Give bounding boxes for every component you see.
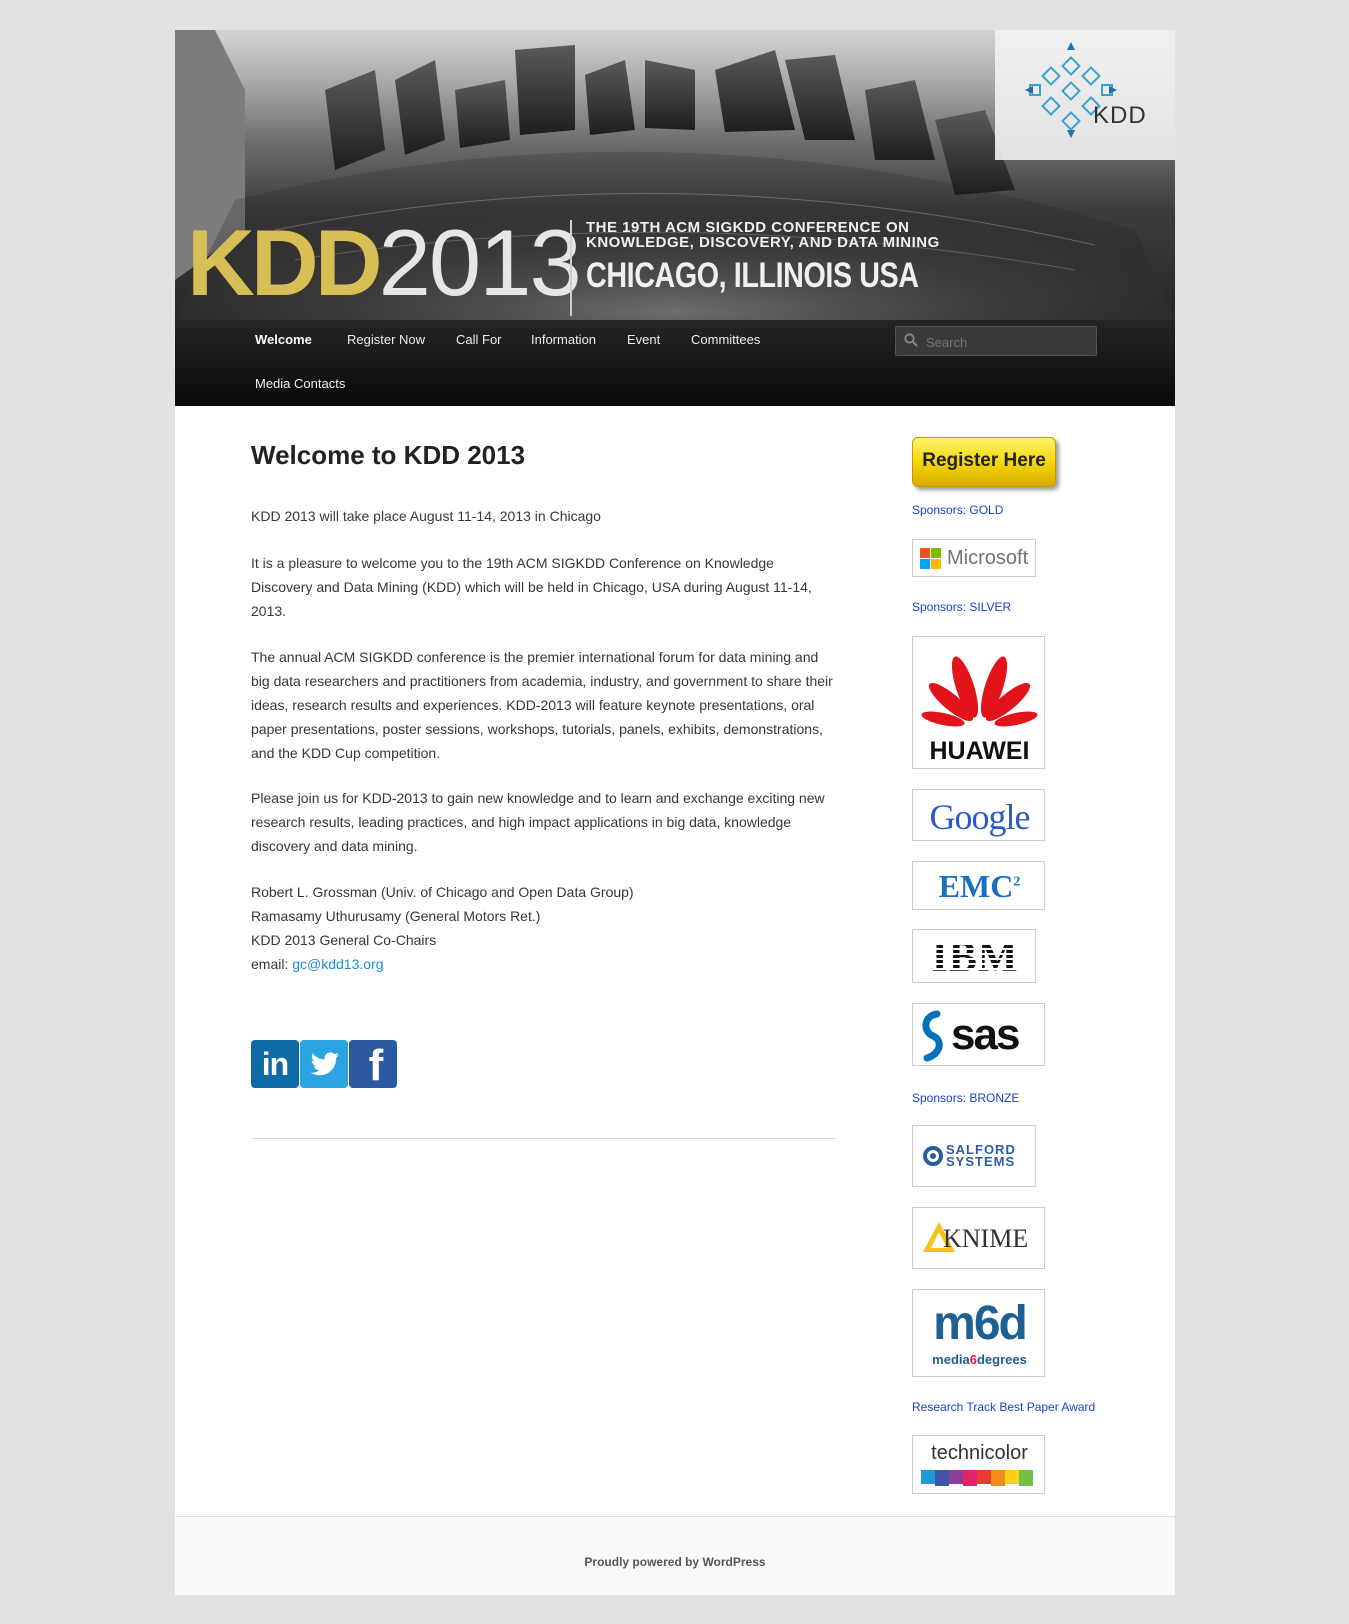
main-navigation: Welcome Register Now Call For Informatio…	[175, 320, 1175, 406]
m6d-subtitle: media6degrees	[913, 1352, 1044, 1367]
twitter-icon[interactable]	[300, 1040, 348, 1088]
best-paper-award-label: Research Track Best Paper Award	[912, 1400, 1096, 1414]
page: KDD2013 THE 19TH ACM SIGKDD CONFERENCE O…	[175, 30, 1175, 1595]
salford-line-2: SYSTEMS	[946, 1154, 1016, 1169]
linkedin-icon[interactable]: in	[251, 1040, 299, 1088]
emc-logo-text: EMC2	[913, 868, 1044, 905]
conference-line-2: KNOWLEDGE, DISCOVERY, AND DATA MINING	[586, 234, 940, 251]
microsoft-logo-text: Microsoft	[947, 547, 1029, 569]
nav-welcome[interactable]: Welcome	[255, 332, 312, 347]
sas-logo-text: sas	[951, 1010, 1020, 1059]
huawei-logo[interactable]: HUAWEI	[912, 636, 1045, 769]
page-title: Welcome to KDD 2013	[251, 440, 526, 470]
m6d-logo-text: m6d	[933, 1297, 1028, 1350]
nav-event[interactable]: Event	[627, 332, 660, 347]
salford-logo-text: SALFORD SYSTEMS	[946, 1143, 1016, 1169]
search-input[interactable]	[924, 331, 1098, 353]
register-here-button[interactable]: Register Here	[912, 437, 1056, 487]
salford-systems-logo[interactable]: SALFORD SYSTEMS	[912, 1125, 1036, 1187]
m6d-sub-degrees: degrees	[976, 1352, 1027, 1367]
email-line: email: gc@kdd13.org	[251, 952, 837, 976]
nav-media-contacts[interactable]: Media Contacts	[255, 376, 345, 391]
conference-title-block: THE 19TH ACM SIGKDD CONFERENCE ON KNOWLE…	[570, 220, 992, 316]
sponsors-silver-label: Sponsors: SILVER	[912, 600, 1012, 614]
facebook-icon-text: f	[368, 1041, 384, 1090]
nav-information[interactable]: Information	[531, 332, 596, 347]
technicolor-color-bars-icon	[921, 1470, 1033, 1486]
facebook-icon[interactable]: f	[349, 1040, 397, 1090]
knime-logo-text: KNIME	[943, 1224, 1029, 1253]
nav-call-for[interactable]: Call For	[456, 332, 502, 347]
invitation-paragraph: Please join us for KDD-2013 to gain new …	[251, 790, 825, 854]
google-logo-text: Google	[929, 797, 1031, 837]
signature-line-3: KDD 2013 General Co-Chairs	[251, 932, 437, 948]
signature-line-2: Ramasamy Uthurusamy (General Motors Ret.…	[251, 908, 541, 924]
m6d-logo[interactable]: m6d media6degrees	[912, 1289, 1045, 1377]
sponsors-gold-label: Sponsors: GOLD	[912, 503, 1004, 517]
twitter-bird-icon	[310, 1052, 339, 1076]
sas-logo[interactable]: sas	[912, 1003, 1045, 1066]
huawei-logo-text: HUAWEI	[929, 737, 1030, 765]
nav-register-now[interactable]: Register Now	[347, 332, 425, 347]
email-label: email:	[251, 956, 293, 972]
emc-logo[interactable]: EMC2	[912, 861, 1045, 910]
conference-city: CHICAGO, ILLINOIS USA	[586, 256, 919, 295]
header-banner[interactable]: KDD2013 THE 19TH ACM SIGKDD CONFERENCE O…	[175, 30, 1175, 320]
conference-line-1: THE 19TH ACM SIGKDD CONFERENCE ON	[586, 219, 910, 236]
ibm-stripes-icon	[913, 943, 1035, 970]
m6d-sub-six: 6	[969, 1352, 977, 1367]
search-box[interactable]	[895, 326, 1098, 356]
m6d-sub-media: media	[932, 1352, 970, 1367]
search-icon	[904, 333, 918, 347]
sponsors-bronze-label: Sponsors: BRONZE	[912, 1091, 1020, 1105]
emc-logo-word: EMC	[938, 868, 1014, 904]
footer-powered-by-link[interactable]: Proudly powered by WordPress	[175, 1555, 1175, 1569]
brand-year: 2013	[378, 210, 582, 315]
email-link[interactable]: gc@kdd13.org	[292, 956, 383, 972]
signature-block: Robert L. Grossman (Univ. of Chicago and…	[251, 880, 837, 976]
emc-logo-superscript: 2	[1013, 874, 1021, 890]
kdd-logo-text: KDD	[1093, 102, 1147, 129]
footer: Proudly powered by WordPress	[175, 1516, 1175, 1595]
knime-logo[interactable]: KNIME	[912, 1207, 1045, 1269]
intro-date-paragraph: KDD 2013 will take place August 11-14, 2…	[251, 508, 601, 524]
content-divider	[251, 1138, 837, 1139]
google-logo[interactable]: Google	[912, 789, 1045, 841]
ibm-logo[interactable]: IBM	[912, 929, 1036, 983]
technicolor-logo[interactable]: technicolor	[912, 1435, 1045, 1494]
welcome-paragraph: It is a pleasure to welcome you to the 1…	[251, 555, 812, 619]
main-content: Welcome to KDD 2013 KDD 2013 will take p…	[251, 440, 837, 1139]
signature-line-1: Robert L. Grossman (Univ. of Chicago and…	[251, 884, 634, 900]
conference-description-paragraph: The annual ACM SIGKDD conference is the …	[251, 649, 833, 761]
nav-committees[interactable]: Committees	[691, 332, 760, 347]
linkedin-icon-text: in	[261, 1046, 289, 1082]
brand-kdd: KDD	[187, 210, 383, 315]
kdd-2013-wordmark: KDD2013	[187, 216, 582, 310]
microsoft-logo[interactable]: Microsoft	[912, 539, 1036, 577]
